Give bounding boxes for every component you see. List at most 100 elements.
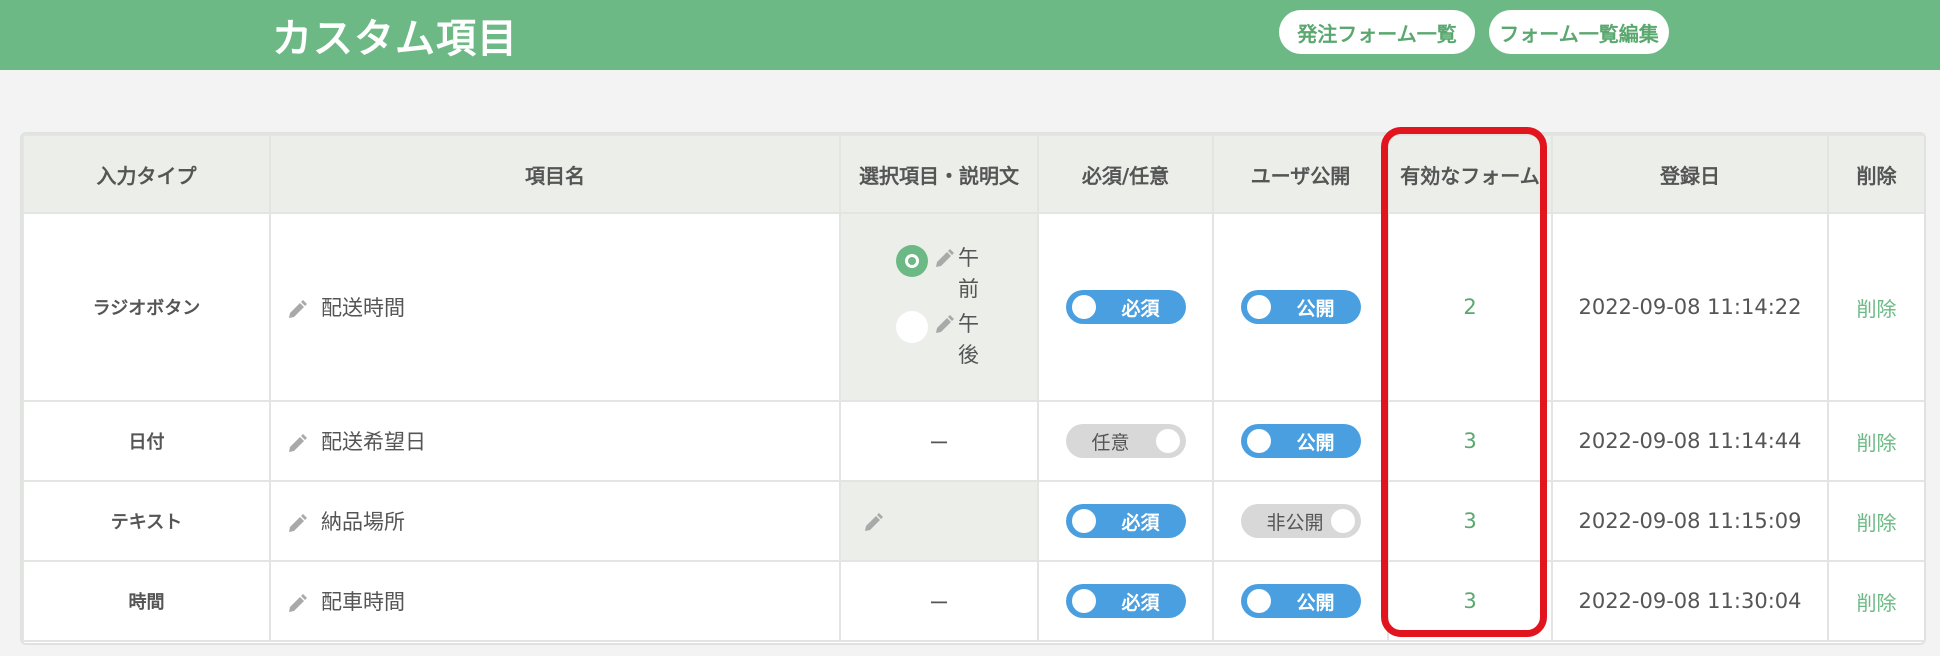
public-toggle[interactable]: 公開 bbox=[1240, 290, 1361, 324]
input-type-cell: ラジオボタン bbox=[22, 212, 271, 402]
registered-date: 2022-09-08 11:15:09 bbox=[1578, 509, 1802, 533]
required-cell: 必須 bbox=[1037, 560, 1214, 642]
pencil-icon[interactable] bbox=[287, 513, 307, 534]
public-cell: 非公開 bbox=[1212, 480, 1389, 562]
active-forms-cell: 3 bbox=[1387, 480, 1553, 562]
registered-date-cell: 2022-09-08 11:14:22 bbox=[1551, 212, 1829, 402]
toggle-label: 必須 bbox=[1121, 591, 1160, 614]
toggle-knob bbox=[1246, 295, 1271, 319]
pencil-icon[interactable] bbox=[287, 593, 307, 614]
column-header-field-name: 項目名 bbox=[269, 134, 841, 214]
delete-link[interactable]: 削除 bbox=[1857, 297, 1897, 321]
delete-link[interactable]: 削除 bbox=[1857, 511, 1897, 535]
form-list-edit-button[interactable]: フォーム一覧編集 bbox=[1489, 10, 1669, 54]
public-cell: 公開 bbox=[1212, 560, 1389, 642]
toggle-label: 公開 bbox=[1296, 297, 1335, 320]
input-type-cell: テキスト bbox=[22, 480, 271, 562]
toggle-knob bbox=[1071, 589, 1096, 613]
registered-date: 2022-09-08 11:30:04 bbox=[1578, 589, 1802, 613]
field-name: 配車時間 bbox=[321, 590, 405, 614]
required-cell: 任意 bbox=[1037, 400, 1214, 482]
public-toggle[interactable]: 非公開 bbox=[1240, 504, 1361, 538]
custom-fields-table: 入力タイプ 項目名 選択項目・説明文 必須/任意 ユーザ公開 有効なフォーム 登… bbox=[20, 132, 1926, 645]
toggle-knob bbox=[1246, 429, 1271, 453]
pencil-icon[interactable] bbox=[863, 512, 883, 533]
pencil-icon[interactable] bbox=[934, 315, 954, 335]
active-forms-cell: 3 bbox=[1387, 560, 1553, 642]
active-forms-count[interactable]: 3 bbox=[1463, 509, 1476, 533]
delete-link[interactable]: 削除 bbox=[1857, 591, 1897, 615]
pencil-icon[interactable] bbox=[287, 433, 307, 454]
registered-date-cell: 2022-09-08 11:14:44 bbox=[1551, 400, 1829, 482]
description-dash: ー bbox=[929, 430, 949, 455]
description-cell: ー bbox=[839, 400, 1039, 482]
page-title: カスタム項目 bbox=[272, 16, 518, 62]
input-type-cell: 時間 bbox=[22, 560, 271, 642]
public-cell: 公開 bbox=[1212, 212, 1389, 402]
order-forms-button[interactable]: 発注フォーム一覧 bbox=[1279, 10, 1475, 54]
column-header-input-type: 入力タイプ bbox=[22, 134, 271, 214]
option-item: 午前 bbox=[841, 243, 1037, 305]
column-header-delete: 削除 bbox=[1827, 134, 1924, 214]
required-toggle[interactable]: 任意 bbox=[1065, 424, 1186, 458]
delete-cell: 削除 bbox=[1827, 400, 1924, 482]
radio-selected[interactable] bbox=[896, 245, 928, 277]
options-cell: 午前 午後 bbox=[839, 212, 1039, 402]
field-name: 配送希望日 bbox=[321, 430, 426, 454]
description-cell: ー bbox=[839, 560, 1039, 642]
column-header-registered-date: 登録日 bbox=[1551, 134, 1829, 214]
toggle-knob bbox=[1071, 509, 1096, 533]
active-forms-count[interactable]: 3 bbox=[1463, 429, 1476, 453]
field-name-cell: 納品場所 bbox=[269, 480, 841, 562]
required-toggle[interactable]: 必須 bbox=[1065, 290, 1186, 324]
toggle-label: 任意 bbox=[1091, 431, 1130, 454]
field-name-cell: 配送希望日 bbox=[269, 400, 841, 482]
column-header-user-public: ユーザ公開 bbox=[1212, 134, 1389, 214]
description-dash: ー bbox=[929, 590, 949, 615]
registered-date-cell: 2022-09-08 11:30:04 bbox=[1551, 560, 1829, 642]
column-header-active-forms: 有効なフォーム bbox=[1387, 134, 1553, 214]
delete-cell: 削除 bbox=[1827, 480, 1924, 562]
toggle-knob bbox=[1246, 589, 1271, 613]
toggle-knob bbox=[1155, 429, 1180, 453]
pencil-icon[interactable] bbox=[287, 299, 307, 320]
field-name-cell: 配車時間 bbox=[269, 560, 841, 642]
radio-unselected[interactable] bbox=[896, 311, 928, 343]
toggle-label: 必須 bbox=[1121, 511, 1160, 534]
delete-cell: 削除 bbox=[1827, 212, 1924, 402]
pencil-icon[interactable] bbox=[934, 249, 954, 269]
registered-date: 2022-09-08 11:14:44 bbox=[1578, 429, 1802, 453]
page-header: カスタム項目 発注フォーム一覧 フォーム一覧編集 bbox=[0, 0, 1940, 70]
field-name: 配送時間 bbox=[321, 296, 405, 320]
public-toggle[interactable]: 公開 bbox=[1240, 424, 1361, 458]
table-header-row: 入力タイプ 項目名 選択項目・説明文 必須/任意 ユーザ公開 有効なフォーム 登… bbox=[22, 134, 1924, 214]
registered-date: 2022-09-08 11:14:22 bbox=[1578, 295, 1802, 319]
option-item: 午後 bbox=[841, 309, 1037, 371]
table-row: 時間 配車時間 ー 必須 公開 3 2022-09-08 11:30:04 削除 bbox=[22, 560, 1924, 642]
active-forms-cell: 2 bbox=[1387, 212, 1553, 402]
public-cell: 公開 bbox=[1212, 400, 1389, 482]
toggle-knob bbox=[1071, 295, 1096, 319]
field-name: 納品場所 bbox=[321, 510, 405, 534]
required-toggle[interactable]: 必須 bbox=[1065, 504, 1186, 538]
delete-link[interactable]: 削除 bbox=[1857, 431, 1897, 455]
toggle-label: 公開 bbox=[1296, 431, 1335, 454]
option-label: 午後 bbox=[958, 312, 979, 367]
toggle-label: 必須 bbox=[1121, 297, 1160, 320]
toggle-knob bbox=[1330, 509, 1355, 533]
required-cell: 必須 bbox=[1037, 212, 1214, 402]
active-forms-count[interactable]: 2 bbox=[1463, 295, 1476, 319]
registered-date-cell: 2022-09-08 11:15:09 bbox=[1551, 480, 1829, 562]
public-toggle[interactable]: 公開 bbox=[1240, 584, 1361, 618]
toggle-label: 公開 bbox=[1296, 591, 1335, 614]
description-cell bbox=[839, 480, 1039, 562]
required-cell: 必須 bbox=[1037, 480, 1214, 562]
required-toggle[interactable]: 必須 bbox=[1065, 584, 1186, 618]
column-header-options: 選択項目・説明文 bbox=[839, 134, 1039, 214]
active-forms-count[interactable]: 3 bbox=[1463, 589, 1476, 613]
table-row: 日付 配送希望日 ー 任意 公開 3 2022-09-08 11:14:44 削… bbox=[22, 400, 1924, 482]
table-row: ラジオボタン 配送時間 午前 午後 必須 公開 2 2022-09-08 11:… bbox=[22, 212, 1924, 402]
input-type-cell: 日付 bbox=[22, 400, 271, 482]
option-label: 午前 bbox=[958, 246, 979, 301]
table-row: テキスト 納品場所 必須 非公開 3 2022-09-08 11:15:09 削… bbox=[22, 480, 1924, 562]
